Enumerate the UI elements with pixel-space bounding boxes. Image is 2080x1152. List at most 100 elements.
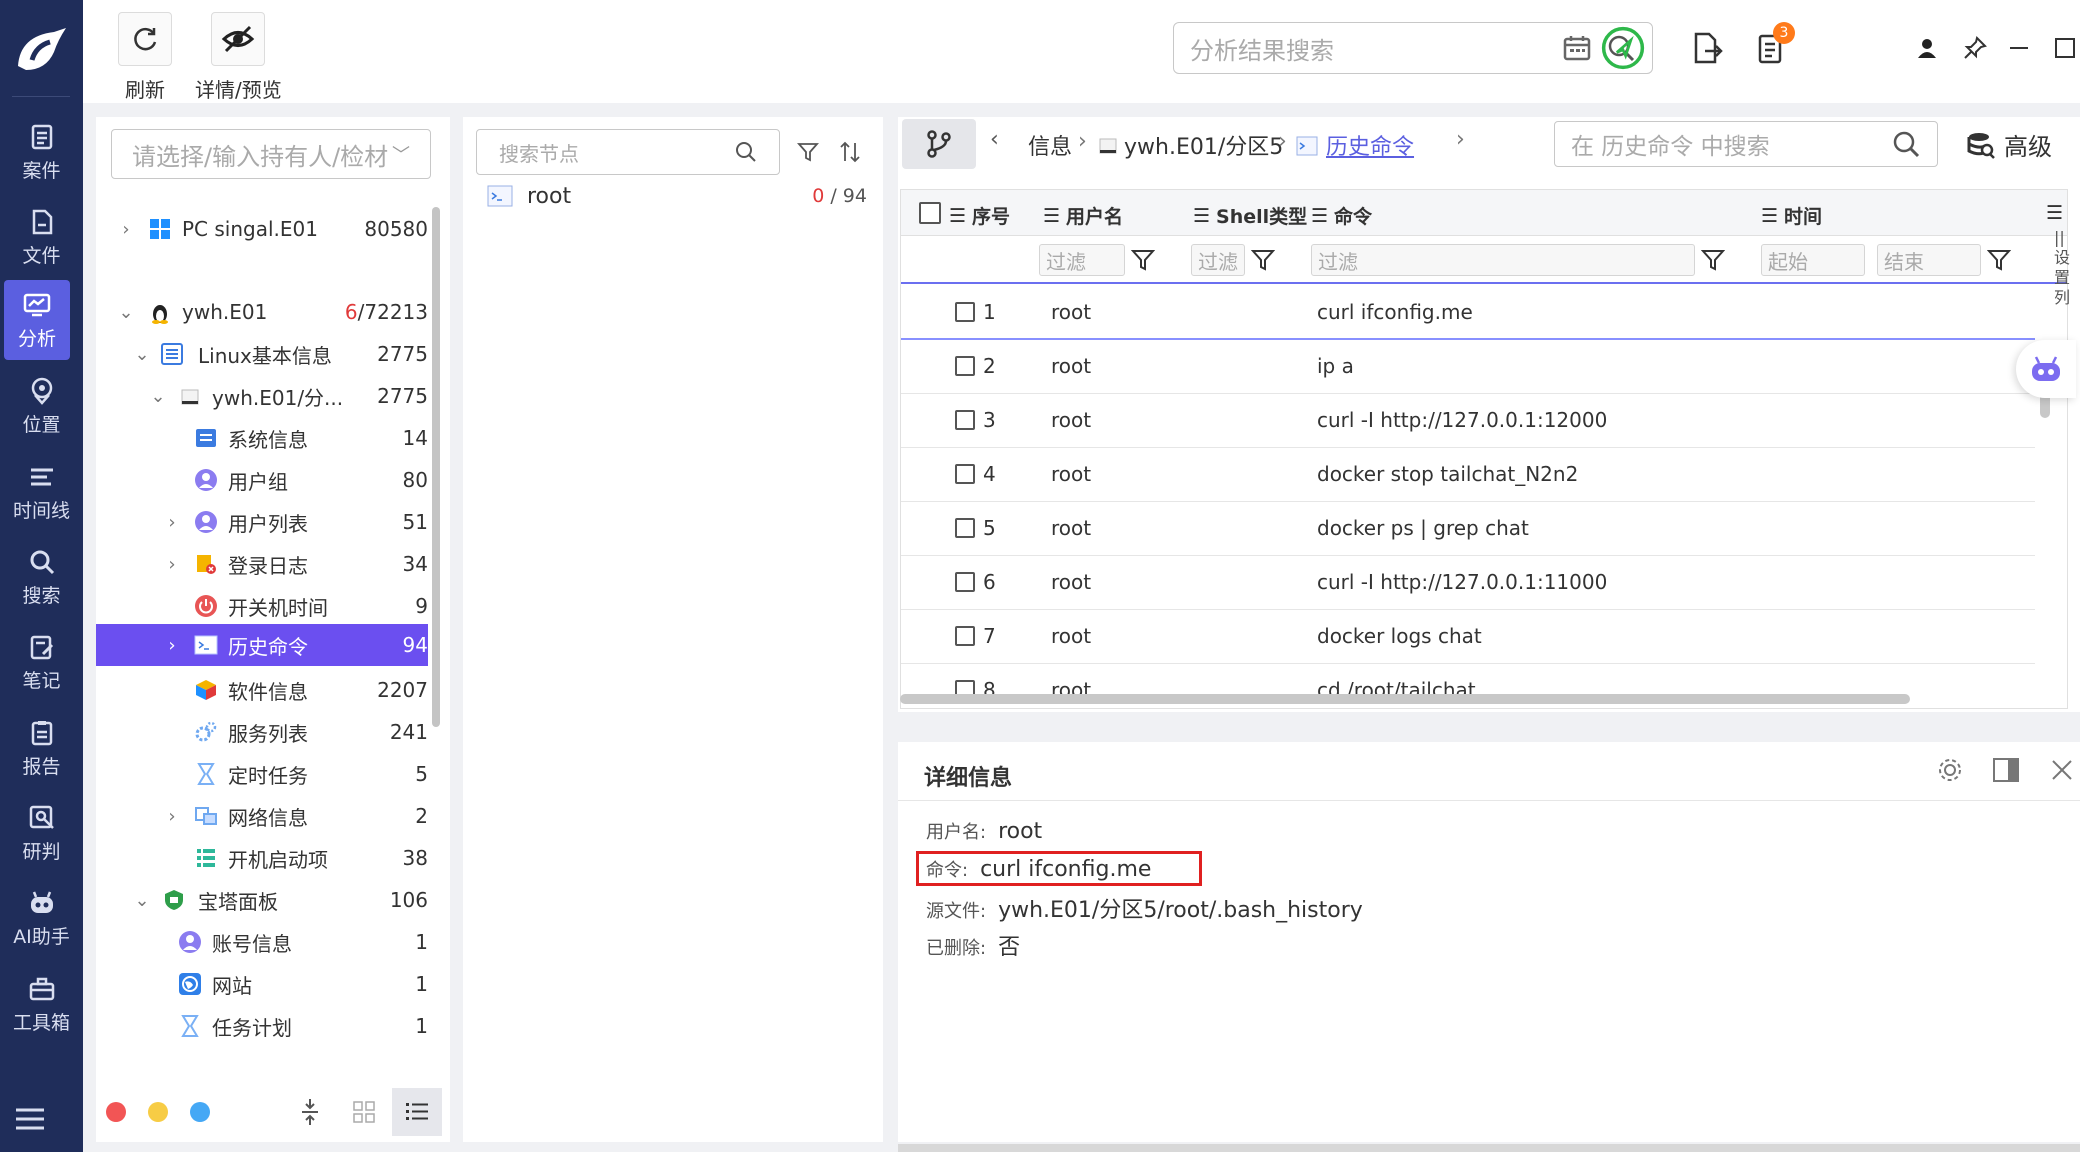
filter-icon[interactable] (1701, 248, 1725, 272)
search-icon[interactable] (1891, 129, 1921, 159)
tree-node-ywh[interactable]: ⌄ ywh.E01 6/72213 (96, 291, 428, 333)
status-indicator[interactable] (1601, 26, 1645, 70)
time-start-input[interactable]: 起始 (1761, 244, 1865, 276)
nav-notes[interactable]: 笔记 (0, 622, 83, 702)
tree-node-history-commands[interactable]: › 历史命令 94 (96, 624, 428, 666)
nav-ai-assistant[interactable]: AI助手 (0, 878, 83, 958)
breadcrumb-item[interactable]: ywh.E01/分区5 (1124, 129, 1283, 161)
minimize-button[interactable] (1997, 26, 2041, 70)
tree-node-website[interactable]: 网站 1 (96, 963, 428, 1005)
ai-assistant-float-button[interactable] (2016, 340, 2076, 398)
search-icon[interactable] (735, 141, 757, 163)
row-checkbox[interactable] (955, 464, 975, 484)
nav-location[interactable]: 位置 (0, 366, 83, 446)
refresh-button[interactable]: 刷新 (118, 12, 172, 103)
user-button[interactable] (1905, 26, 1949, 70)
nav-file[interactable]: 文件 (0, 197, 83, 277)
chevron-down-icon[interactable]: ⌄ (148, 386, 168, 407)
tree-node-service-list[interactable]: 服务列表 241 (96, 711, 428, 753)
chevron-down-icon[interactable]: ⌄ (132, 890, 152, 911)
blue-dot-icon[interactable] (190, 1102, 210, 1122)
maximize-button[interactable] (2043, 26, 2080, 70)
gear-icon[interactable] (1936, 756, 1964, 784)
branch-button[interactable] (902, 119, 976, 169)
pin-button[interactable] (1953, 26, 1997, 70)
nav-case[interactable]: 案件 (0, 112, 83, 192)
username-filter-input[interactable]: 过滤 (1039, 244, 1125, 276)
tree-node-baota-panel[interactable]: ⌄ 宝塔面板 106 (96, 879, 428, 921)
table-search-input[interactable]: 在 历史命令 中搜索 (1554, 121, 1938, 167)
tree-node-system-info[interactable]: 系统信息 14 (96, 417, 428, 459)
column-header-shell-type[interactable]: ☰ Shell类型 (1193, 202, 1307, 229)
export-button[interactable] (1685, 26, 1729, 70)
node-root[interactable]: root 0 / 94 (487, 181, 867, 211)
filter-icon[interactable] (1987, 248, 2011, 272)
tree-node-partition[interactable]: ⌄ ywh.E01/分... 2775 (96, 375, 428, 417)
tree-node-startup-items[interactable]: 开机启动项 38 (96, 837, 428, 879)
table-row[interactable]: 6 root curl -I http://127.0.0.1:11000 (901, 556, 2035, 610)
nav-report[interactable]: 报告 (0, 708, 83, 788)
filter-icon[interactable] (1131, 248, 1155, 272)
row-checkbox[interactable] (955, 356, 975, 376)
nav-timeline[interactable]: 时间线 (0, 452, 83, 532)
tree-node-power-time[interactable]: 开关机时间 9 (96, 585, 428, 627)
owner-select[interactable]: 请选择/输入持有人/检材 ﹀ (111, 129, 431, 179)
chevron-down-icon[interactable]: ⌄ (116, 302, 136, 323)
table-row[interactable]: 5 root docker ps | grep chat (901, 502, 2035, 556)
menu-icon[interactable] (14, 1105, 46, 1133)
advanced-search-button[interactable]: 高级 (1966, 127, 2052, 162)
breadcrumb-item[interactable]: 信息 (1028, 129, 1072, 161)
table-row[interactable]: 4 root docker stop tailchat_N2n2 (901, 448, 2035, 502)
row-checkbox[interactable] (955, 518, 975, 538)
column-header-time[interactable]: ☰ 时间 (1761, 202, 1822, 229)
column-header-more[interactable]: ☰ (2046, 202, 2063, 224)
chevron-right-icon[interactable]: › (162, 806, 182, 827)
tree-node-linux-basic[interactable]: ⌄ Linux基本信息 2775 (96, 333, 428, 375)
table-row[interactable]: 3 root curl -I http://127.0.0.1:12000 (901, 394, 2035, 448)
breadcrumb-current[interactable]: 历史命令 (1326, 129, 1414, 161)
column-header-index[interactable]: ☰ 序号 (949, 202, 1010, 229)
sort-icon[interactable] (839, 141, 861, 163)
tree-node-network-info[interactable]: › 网络信息 2 (96, 795, 428, 837)
tree-scrollbar[interactable] (432, 207, 440, 727)
yellow-dot-icon[interactable] (148, 1102, 168, 1122)
close-icon[interactable] (2050, 758, 2074, 782)
table-row[interactable]: 1 root curl ifconfig.me (901, 286, 2035, 340)
breadcrumb-back-icon[interactable]: ‹ (990, 127, 999, 152)
tree-node-login-log[interactable]: › 登录日志 34 (96, 543, 428, 585)
chevron-right-icon[interactable]: › (116, 219, 136, 240)
nav-toolbox[interactable]: 工具箱 (0, 964, 83, 1044)
collapse-all-button[interactable] (290, 1092, 330, 1132)
filter-icon[interactable] (797, 141, 819, 163)
command-filter-input[interactable]: 过滤 (1311, 244, 1695, 276)
filter-icon[interactable] (1251, 248, 1275, 272)
tree-node-pc[interactable]: › PC singal.E01 80580 (96, 208, 428, 250)
tree-node-user-list[interactable]: › 用户列表 51 (96, 501, 428, 543)
row-checkbox[interactable] (955, 572, 975, 592)
analysis-search-input[interactable]: 分析结果搜索 (1173, 22, 1653, 74)
nav-search[interactable]: 搜索 (0, 537, 83, 617)
column-settings-tab[interactable]: ||设置列 (2054, 228, 2070, 308)
chevron-right-icon[interactable]: › (162, 554, 182, 575)
select-all-checkbox[interactable] (919, 202, 941, 224)
tree-node-user-group[interactable]: 用户组 80 (96, 459, 428, 501)
node-search-input[interactable]: 搜索节点 (476, 129, 780, 175)
tree-node-scheduled-task[interactable]: 定时任务 5 (96, 753, 428, 795)
chevron-right-icon[interactable]: › (162, 512, 182, 533)
table-row[interactable]: 2 root ip a (901, 340, 2035, 394)
nav-analysis[interactable]: 分析 (4, 280, 70, 360)
breadcrumb-forward-icon[interactable]: › (1456, 127, 1465, 152)
column-header-command[interactable]: ☰ 命令 (1311, 202, 1372, 229)
tree-node-software-info[interactable]: 软件信息 2207 (96, 669, 428, 711)
row-checkbox[interactable] (955, 626, 975, 646)
tree-node-task-plan[interactable]: 任务计划 1 (96, 1005, 428, 1047)
chevron-right-icon[interactable]: › (162, 635, 182, 656)
list-view-button[interactable] (392, 1088, 442, 1136)
chevron-down-icon[interactable]: ⌄ (132, 344, 152, 365)
table-horizontal-scrollbar[interactable] (900, 694, 1910, 704)
nav-judge[interactable]: 研判 (0, 793, 83, 873)
grid-view-button[interactable] (344, 1092, 384, 1132)
tree-node-account-info[interactable]: 账号信息 1 (96, 921, 428, 963)
task-list-button[interactable]: 3 (1749, 22, 1795, 70)
row-checkbox[interactable] (955, 410, 975, 430)
